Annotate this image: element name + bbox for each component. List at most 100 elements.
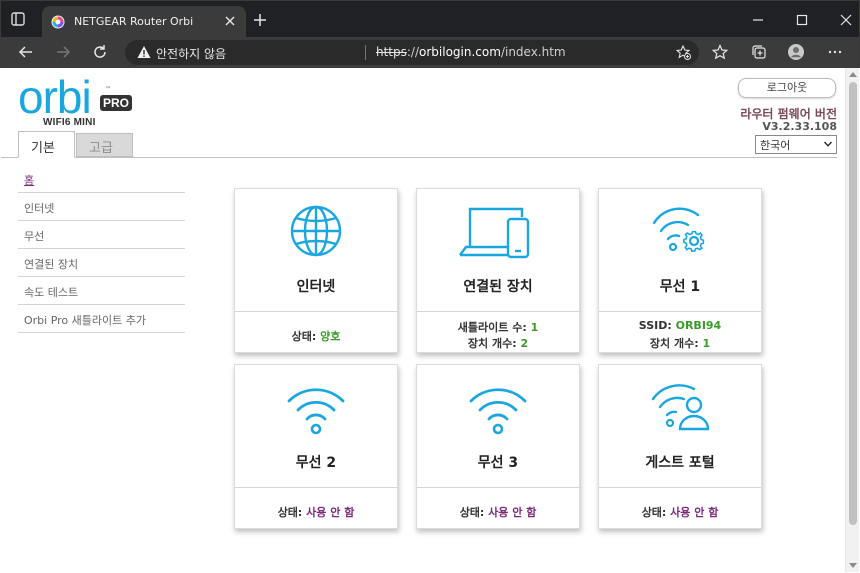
status-label: 상태:	[277, 506, 303, 519]
ssid-value: ORBI94	[675, 319, 722, 332]
status-value: 양호	[320, 330, 341, 343]
status-label: 상태:	[291, 330, 317, 343]
wireless-3-status: 상태: 사용 안 함	[417, 504, 579, 520]
status-value: 사용 안 함	[306, 506, 355, 519]
language-select[interactable]: 한국어	[755, 135, 837, 154]
tab-actions-icon[interactable]	[10, 11, 26, 27]
tab-advanced[interactable]: 고급	[76, 133, 133, 157]
wifi-icon	[469, 388, 527, 435]
collections-icon[interactable]	[751, 44, 767, 60]
chevron-down-icon	[824, 141, 832, 147]
status-label: 상태:	[459, 506, 485, 519]
device-count: 장치 개수: 2	[417, 335, 579, 351]
address-separator	[365, 45, 366, 60]
more-options-icon[interactable]	[827, 44, 843, 60]
status-value: 사용 안 함	[670, 506, 719, 519]
wifi-icon	[287, 388, 345, 435]
sidebar-item-add-satellite[interactable]: Orbi Pro 새틀라이트 추가	[18, 305, 185, 333]
card-divider	[599, 311, 761, 312]
card-title: 무선 1	[659, 279, 701, 295]
satellite-count-value: 1	[530, 321, 539, 334]
card-divider	[235, 311, 397, 312]
address-bar[interactable]: 안전하지 않음 https://orbilogin.com/index.htm	[125, 40, 699, 65]
card-divider	[417, 487, 579, 488]
new-tab-icon[interactable]	[253, 13, 267, 27]
sidebar-item-internet[interactable]: 인터넷	[18, 193, 185, 221]
security-status-text[interactable]: 안전하지 않음	[156, 45, 226, 62]
card-title: 연결된 장치	[463, 279, 533, 295]
refresh-icon[interactable]	[92, 44, 108, 60]
scrollbar-thumb[interactable]	[849, 82, 857, 525]
globe-icon	[290, 205, 342, 257]
browser-toolbar: 안전하지 않음 https://orbilogin.com/index.htm	[0, 37, 860, 68]
satellite-count: 새틀라이트 수: 1	[417, 319, 579, 335]
warning-icon[interactable]	[137, 45, 151, 59]
wireless-1-card[interactable]: 무선 1 SSID: ORBI94 장치 개수: 1	[598, 188, 762, 353]
sidebar-item-wireless[interactable]: 무선	[18, 221, 185, 249]
logo-trademark: ™	[105, 86, 111, 93]
url-host: orbilogin.com	[419, 45, 501, 59]
device-count-label: 장치 개수:	[467, 337, 517, 350]
guest-portal-status: 상태: 사용 안 함	[599, 504, 761, 520]
browser-tab[interactable]: NETGEAR Router Orbi	[42, 6, 246, 38]
sidebar-item-speed-test[interactable]: 속도 테스트	[18, 277, 185, 305]
card-title: 무선 3	[477, 455, 519, 471]
language-selected-value: 한국어	[760, 139, 791, 152]
profile-avatar-icon[interactable]	[788, 44, 804, 60]
url-scheme: https	[376, 45, 407, 59]
logout-button[interactable]: 로그아웃	[738, 78, 836, 98]
router-admin-page: orbi ™ PRO WIFI6 MINI 기본 고급 로그아웃 라우터 펌웨어…	[1, 68, 845, 572]
wireless-2-card[interactable]: 무선 2 상태: 사용 안 함	[234, 364, 398, 529]
wireless-3-card[interactable]: 무선 3 상태: 사용 안 함	[416, 364, 580, 529]
guest-portal-card[interactable]: 게스트 포털 상태: 사용 안 함	[598, 364, 762, 529]
tab-basic[interactable]: 기본	[18, 131, 75, 158]
url-separator: ://	[406, 45, 420, 59]
status-value: 사용 안 함	[488, 506, 537, 519]
close-tab-icon[interactable]	[224, 15, 236, 27]
wifi-settings-icon	[652, 207, 705, 252]
logo-pro-badge: PRO	[100, 95, 133, 111]
sidebar-item-attached-devices[interactable]: 연결된 장치	[18, 249, 185, 277]
device-count-value: 2	[520, 337, 529, 350]
browser-tab-title: NETGEAR Router Orbi	[74, 15, 194, 28]
browser-tab-bar: NETGEAR Router Orbi	[0, 0, 860, 38]
close-window-icon[interactable]	[839, 13, 853, 27]
back-arrow-icon[interactable]	[18, 44, 34, 60]
satellite-count-label: 새틀라이트 수:	[457, 321, 527, 334]
forward-arrow-icon[interactable]	[55, 44, 71, 60]
url-text[interactable]: https://orbilogin.com/index.htm	[376, 45, 566, 59]
attached-devices-card[interactable]: 연결된 장치 새틀라이트 수: 1 장치 개수: 2	[416, 188, 580, 353]
card-divider	[235, 487, 397, 488]
device-count-label: 장치 개수:	[649, 337, 699, 350]
ssid-line: SSID: ORBI94	[599, 319, 761, 332]
devices-icon	[459, 207, 530, 259]
card-divider	[599, 487, 761, 488]
guest-wifi-icon	[651, 384, 710, 431]
netgear-favicon-icon	[51, 15, 65, 29]
scroll-down-icon[interactable]	[849, 563, 857, 568]
wireless-2-status: 상태: 사용 안 함	[235, 504, 397, 520]
firmware-version-value: V3.2.33.108	[762, 120, 837, 133]
maximize-window-icon[interactable]	[795, 13, 809, 27]
page-scrollbar[interactable]	[845, 68, 859, 572]
internet-card[interactable]: 인터넷 상태: 양호	[234, 188, 398, 353]
logo-wordmark: orbi	[18, 71, 92, 123]
sidebar-item-home[interactable]: 홈	[18, 165, 185, 193]
sidebar-nav: 홈 인터넷 무선 연결된 장치 속도 테스트 Orbi Pro 새틀라이트 추가	[18, 165, 185, 333]
internet-status: 상태: 양호	[235, 328, 397, 344]
favorites-icon[interactable]	[712, 44, 728, 60]
ssid-label: SSID:	[638, 319, 672, 332]
add-favorite-icon[interactable]	[676, 45, 691, 60]
card-divider	[417, 311, 579, 312]
card-title: 인터넷	[296, 279, 336, 295]
card-title: 무선 2	[295, 455, 337, 471]
minimize-window-icon[interactable]	[751, 13, 765, 27]
device-count: 장치 개수: 1	[599, 335, 761, 351]
logo-model: WIFI6 MINI	[43, 117, 96, 128]
url-path: /index.htm	[500, 45, 566, 59]
card-title: 게스트 포털	[645, 455, 715, 471]
tabs-baseline	[1, 157, 837, 158]
orbi-pro-logo: orbi ™ PRO WIFI6 MINI	[18, 71, 138, 128]
scroll-up-icon[interactable]	[849, 72, 857, 77]
device-count-value: 1	[702, 337, 711, 350]
